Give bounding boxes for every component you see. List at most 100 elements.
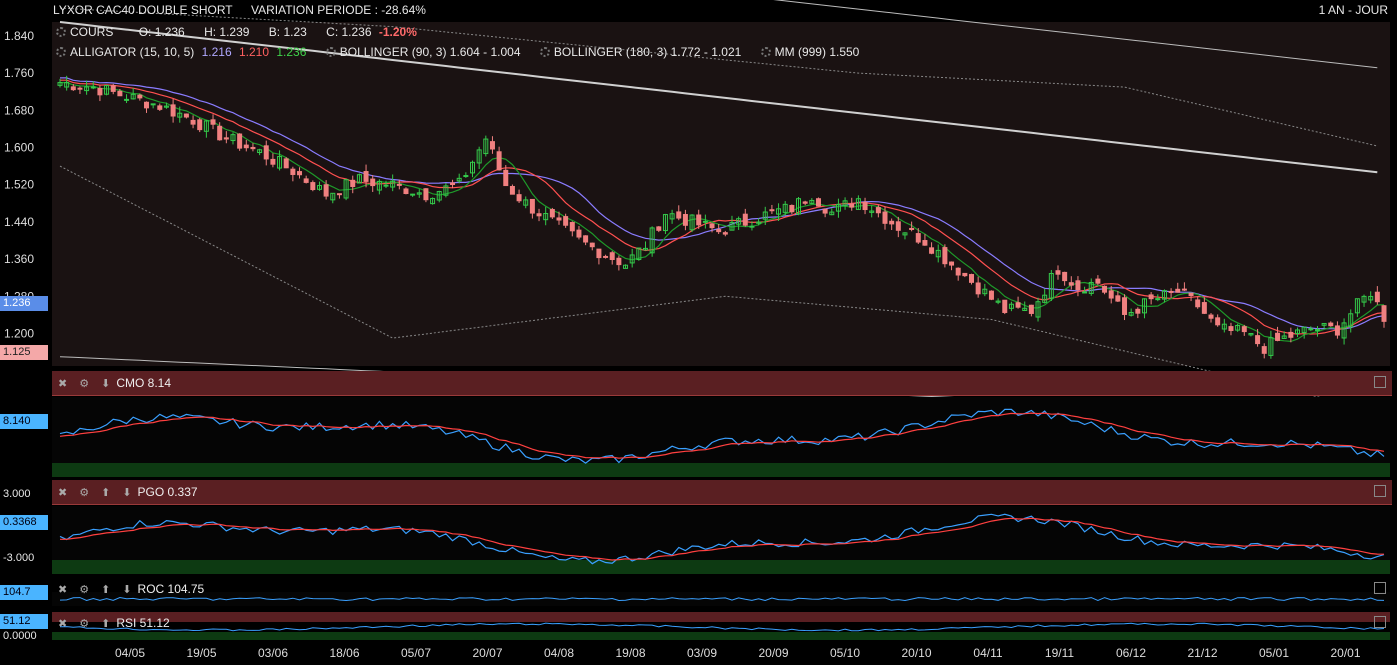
chart-svg: 1.8401.7601.6801.6001.5201.4401.3601.280… <box>4 0 1390 660</box>
y-tick-label: 1.840 <box>4 29 34 43</box>
y-tick-label: 1.520 <box>4 178 34 192</box>
candle-body <box>569 222 575 232</box>
gear-icon[interactable] <box>325 47 336 57</box>
candle-body <box>875 207 881 214</box>
candle-body <box>1115 295 1121 302</box>
candle-body <box>1155 298 1161 301</box>
candle-body <box>716 229 722 233</box>
variation-period: VARIATION PERIODE : -28.64% <box>251 3 426 17</box>
candle-body <box>1201 302 1207 314</box>
close-icon[interactable]: ✖ <box>58 612 67 636</box>
candle-body <box>1288 331 1294 338</box>
candle-body <box>682 214 688 226</box>
gear-icon[interactable] <box>760 47 771 57</box>
y-tick-label: 1.600 <box>4 141 34 155</box>
candle-body <box>949 261 955 266</box>
gear-icon[interactable] <box>56 27 66 37</box>
candle-body <box>463 175 469 178</box>
rsi-panel-header: ✖ ⚙ ⬆ RSI 51.12 <box>52 611 1392 635</box>
candle-body <box>1314 329 1320 332</box>
candle-body <box>1308 328 1314 331</box>
arrow-up-icon[interactable]: ⬆ <box>101 481 110 505</box>
arrow-up-icon[interactable]: ⬆ <box>101 612 110 636</box>
candle-body <box>589 242 595 248</box>
candle-body <box>223 137 229 140</box>
candle-body <box>955 267 961 276</box>
candle-body <box>1381 305 1387 322</box>
candle-body <box>137 94 143 99</box>
candle-body <box>77 87 83 90</box>
current-price-label: 1.236 <box>0 296 48 311</box>
candle-body <box>1082 291 1088 294</box>
candle-body <box>1374 291 1380 303</box>
candle-body <box>696 214 702 226</box>
main-plot-bg <box>52 22 1390 366</box>
x-tick-label: 20/09 <box>758 646 788 660</box>
arrow-up-icon[interactable]: ⬆ <box>101 578 110 602</box>
candle-body <box>1261 346 1267 354</box>
candle-body <box>410 193 416 196</box>
candle-body <box>110 85 116 92</box>
candle-body <box>210 119 216 125</box>
close-icon[interactable]: ✖ <box>58 578 67 602</box>
x-tick-label: 19/11 <box>1045 646 1074 660</box>
indicator-legend: ALLIGATOR (15, 10, 5) 1.216 1.210 1.236 … <box>56 45 863 59</box>
candle-body <box>350 179 356 187</box>
arrow-down-icon[interactable]: ⬇ <box>101 372 110 396</box>
candle-body <box>297 171 303 176</box>
cmo-panel-header: ✖ ⚙ ⬇ CMO 8.14 <box>52 371 1392 396</box>
y-tick-label: 1.360 <box>4 252 34 266</box>
y-tick-label: 1.680 <box>4 103 34 117</box>
maximize-icon[interactable] <box>1374 616 1386 628</box>
arrow-down-icon[interactable]: ⬇ <box>122 578 131 602</box>
candle-body <box>822 208 828 214</box>
candle-body <box>563 216 569 226</box>
candle-body <box>789 204 795 213</box>
candle-body <box>283 158 289 169</box>
candle-body <box>529 198 535 214</box>
candle-body <box>1208 314 1214 319</box>
candle-body <box>1062 271 1068 282</box>
maximize-icon[interactable] <box>1374 485 1386 497</box>
candle-body <box>1195 299 1201 308</box>
close-icon[interactable]: ✖ <box>58 372 67 396</box>
arrow-down-icon[interactable]: ⬇ <box>122 481 131 505</box>
candle-body <box>909 227 915 230</box>
candle-body <box>1255 335 1261 345</box>
candle-body <box>882 211 888 224</box>
candle-body <box>124 98 130 101</box>
candle-body <box>1168 290 1174 293</box>
pgo-panel-header: ✖ ⚙ ⬆ ⬇ PGO 0.337 <box>52 480 1392 505</box>
gear-icon[interactable] <box>539 47 550 57</box>
gear-icon[interactable]: ⚙ <box>79 372 89 396</box>
candle-body <box>1228 326 1234 332</box>
candle-body <box>489 141 495 150</box>
candle-body <box>1002 299 1008 313</box>
candle-body <box>170 104 176 117</box>
candle-body <box>603 255 609 258</box>
gear-icon[interactable] <box>56 47 66 57</box>
close-icon[interactable]: ✖ <box>58 481 67 505</box>
x-tick-label: 05/07 <box>401 646 431 660</box>
maximize-icon[interactable] <box>1374 376 1386 388</box>
gear-icon[interactable]: ⚙ <box>79 612 89 636</box>
candle-body <box>423 188 429 201</box>
x-tick-label: 20/07 <box>472 646 502 660</box>
candle-body <box>363 171 369 182</box>
candle-body <box>536 213 542 217</box>
candle-body <box>988 290 994 300</box>
candle-body <box>383 184 389 187</box>
x-tick-label: 20/10 <box>901 646 931 660</box>
candle-body <box>583 235 589 243</box>
maximize-icon[interactable] <box>1374 582 1386 594</box>
period-selector[interactable]: 1 AN - JOUR <box>1319 3 1388 17</box>
candle-body <box>576 229 582 238</box>
gear-icon[interactable]: ⚙ <box>79 578 89 602</box>
candle-body <box>609 252 615 261</box>
gear-icon[interactable]: ⚙ <box>79 481 89 505</box>
candle-body <box>336 193 342 196</box>
candle-body <box>1215 317 1221 326</box>
candle-body <box>1095 278 1101 284</box>
candle-body <box>962 272 968 277</box>
x-tick-label: 05/10 <box>830 646 860 660</box>
